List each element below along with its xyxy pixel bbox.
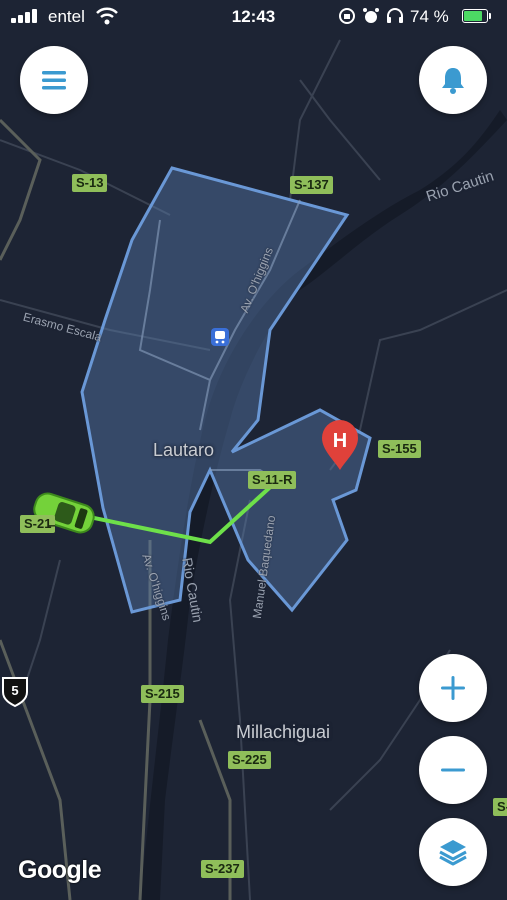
road-label-s237: S-237 xyxy=(201,860,244,878)
notifications-button[interactable] xyxy=(419,46,487,114)
alarm-icon xyxy=(363,8,379,23)
road-label-s225: S-225 xyxy=(228,751,271,769)
menu-icon xyxy=(42,71,66,90)
road-label-s215: S-215 xyxy=(141,685,184,703)
zoom-out-button[interactable] xyxy=(419,736,487,804)
minus-icon xyxy=(441,768,465,772)
road-label-s-edge: S- xyxy=(493,798,507,816)
bell-icon xyxy=(442,68,464,94)
battery-icon xyxy=(462,9,491,23)
status-bar: entel 12:43 74 % xyxy=(0,0,507,34)
plus-icon xyxy=(441,676,465,700)
road-label-s215-left: S-21̶ xyxy=(20,515,56,533)
battery-percent: 74 % xyxy=(410,7,449,26)
hospital-marker-label: H xyxy=(333,430,347,452)
zoom-in-button[interactable] xyxy=(419,654,487,722)
headphones-icon xyxy=(387,8,403,23)
layers-button[interactable] xyxy=(419,818,487,886)
train-station-icon xyxy=(211,328,229,346)
road-label-s13: S-13 xyxy=(72,174,108,192)
road-label-s137: S-137 xyxy=(290,176,333,194)
menu-button[interactable] xyxy=(20,46,88,114)
road-label-s155: S-155 xyxy=(378,440,421,458)
rotation-lock-icon xyxy=(339,8,355,24)
route-5-label: 5 xyxy=(11,683,18,698)
place-label-lautaro: Lautaro xyxy=(153,440,215,460)
road-label-s11r: S-11-R xyxy=(248,471,297,489)
battery-level-fill xyxy=(464,11,482,21)
place-label-millachiguai: Millachiguai xyxy=(236,722,331,742)
layers-icon xyxy=(439,840,467,866)
google-logo: Google xyxy=(18,856,102,884)
